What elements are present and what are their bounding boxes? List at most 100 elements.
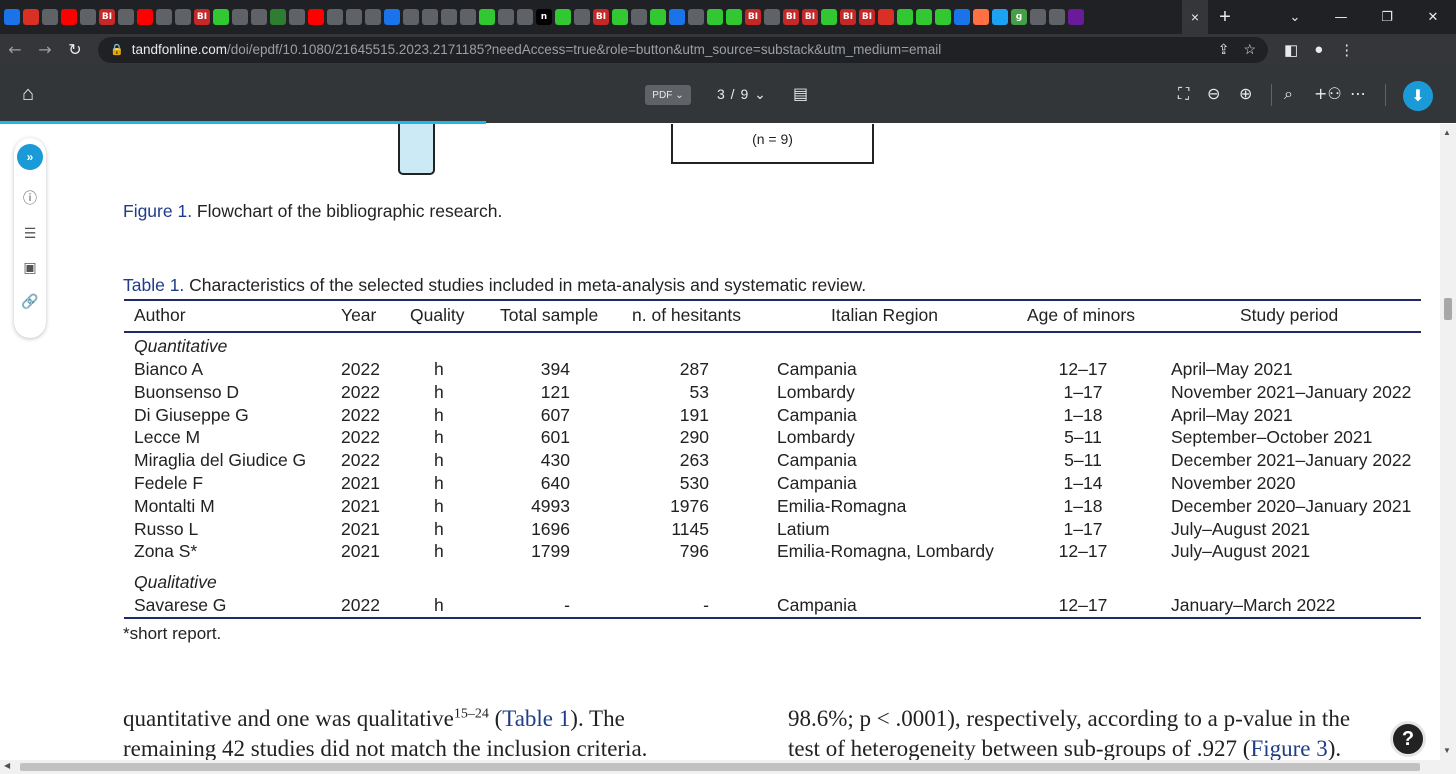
fullscreen-icon[interactable]: ⛶: [1178, 84, 1189, 104]
tab-favicon[interactable]: [441, 9, 457, 25]
horizontal-scroll-thumb[interactable]: [20, 763, 1420, 771]
tab-favicon[interactable]: [631, 9, 647, 25]
tab-favicon[interactable]: [213, 9, 229, 25]
tab-favicon[interactable]: [669, 9, 685, 25]
tab-favicon[interactable]: n: [536, 9, 552, 25]
pdf-format-dropdown[interactable]: PDF ⌄: [645, 85, 691, 105]
share-users-icon[interactable]: +⚇: [1314, 84, 1342, 103]
tab-favicon[interactable]: [517, 9, 533, 25]
tab-favicon[interactable]: [42, 9, 58, 25]
tab-favicon[interactable]: [479, 9, 495, 25]
table-label[interactable]: Table 1.: [123, 275, 184, 295]
document-outline-icon[interactable]: ▤: [793, 84, 808, 103]
tab-favicon[interactable]: [270, 9, 286, 25]
tab-favicon[interactable]: [707, 9, 723, 25]
tab-favicon[interactable]: BI: [99, 9, 115, 25]
tab-favicon[interactable]: [4, 9, 20, 25]
tab-favicon[interactable]: [555, 9, 571, 25]
tab-favicon[interactable]: [118, 9, 134, 25]
tab-favicon[interactable]: [1030, 9, 1046, 25]
tab-favicon[interactable]: [897, 9, 913, 25]
tab-favicon[interactable]: [384, 9, 400, 25]
tab-favicon[interactable]: [156, 9, 172, 25]
tab-favicon[interactable]: BI: [593, 9, 609, 25]
citation-superscript[interactable]: 15–24: [454, 706, 489, 721]
list-icon[interactable]: ☰: [24, 226, 37, 242]
close-window-button[interactable]: ✕: [1410, 10, 1456, 25]
tab-favicon[interactable]: BI: [859, 9, 875, 25]
page-selector[interactable]: 3 / 9 ⌄: [717, 86, 767, 103]
zoom-out-icon[interactable]: ⊖: [1207, 84, 1220, 103]
scroll-left-icon[interactable]: ◀: [4, 761, 10, 770]
tab-favicon[interactable]: [878, 9, 894, 25]
lock-icon[interactable]: 🔒: [110, 43, 124, 56]
tab-favicon[interactable]: BI: [840, 9, 856, 25]
menu-icon[interactable]: ⋮: [1339, 41, 1354, 59]
tab-favicon[interactable]: [308, 9, 324, 25]
tab-favicon[interactable]: g: [1011, 9, 1027, 25]
address-bar[interactable]: 🔒 tandfonline.com/doi/epdf/10.1080/21645…: [98, 36, 1268, 63]
tab-favicon[interactable]: [650, 9, 666, 25]
tab-favicon[interactable]: [1068, 9, 1084, 25]
reload-icon[interactable]: ↻: [60, 40, 90, 59]
tab-favicon[interactable]: [954, 9, 970, 25]
tab-favicon[interactable]: [726, 9, 742, 25]
expand-panel-icon[interactable]: »: [17, 144, 43, 170]
horizontal-scrollbar[interactable]: ◀: [0, 760, 1456, 774]
help-button[interactable]: ?: [1390, 721, 1426, 757]
table-reference-link[interactable]: Table 1: [502, 706, 570, 731]
figure-reference-link[interactable]: Figure 3: [1250, 736, 1327, 760]
tab-favicon[interactable]: [916, 9, 932, 25]
active-tab[interactable]: ×: [1182, 0, 1208, 34]
tab-favicon[interactable]: [973, 9, 989, 25]
info-icon[interactable]: ⓘ: [23, 188, 37, 208]
image-icon[interactable]: ▣: [23, 260, 36, 276]
maximize-button[interactable]: ❐: [1364, 10, 1410, 25]
zoom-in-icon[interactable]: ⊕: [1239, 84, 1252, 103]
scroll-up-icon[interactable]: ▲: [1443, 128, 1451, 137]
tab-favicon[interactable]: [403, 9, 419, 25]
download-button[interactable]: ⬇: [1403, 81, 1433, 111]
tab-favicon[interactable]: [992, 9, 1008, 25]
tab-favicon[interactable]: [61, 9, 77, 25]
tab-favicon[interactable]: BI: [802, 9, 818, 25]
minimize-button[interactable]: —: [1318, 10, 1364, 25]
tab-favicon[interactable]: [175, 9, 191, 25]
bookmark-star-icon[interactable]: ☆: [1243, 41, 1256, 58]
scroll-down-icon[interactable]: ▼: [1443, 746, 1451, 755]
tab-favicon[interactable]: [251, 9, 267, 25]
forward-icon[interactable]: →: [30, 40, 60, 59]
tab-favicon[interactable]: [498, 9, 514, 25]
share-icon[interactable]: ⇪: [1218, 41, 1230, 58]
link-icon[interactable]: 🔗: [21, 294, 38, 310]
tab-favicon[interactable]: [365, 9, 381, 25]
tab-favicon[interactable]: [612, 9, 628, 25]
tab-favicon[interactable]: BI: [783, 9, 799, 25]
more-icon[interactable]: ⋯: [1350, 84, 1366, 103]
tab-favicon[interactable]: BI: [194, 9, 210, 25]
tab-favicon[interactable]: [821, 9, 837, 25]
tab-favicon[interactable]: [289, 9, 305, 25]
scroll-thumb[interactable]: [1444, 298, 1452, 320]
tab-search-button[interactable]: ⌄: [1272, 10, 1318, 25]
vertical-scrollbar[interactable]: ▲ ▼: [1440, 124, 1456, 760]
figure-label[interactable]: Figure 1.: [123, 201, 192, 221]
tab-favicon[interactable]: [422, 9, 438, 25]
side-panel-icon[interactable]: ◧: [1284, 41, 1298, 59]
search-icon[interactable]: ⌕: [1284, 84, 1293, 104]
profile-icon[interactable]: ●: [1314, 41, 1323, 59]
back-icon[interactable]: ←: [0, 40, 30, 59]
tab-favicon[interactable]: [574, 9, 590, 25]
tab-favicon[interactable]: [80, 9, 96, 25]
home-icon[interactable]: ⌂: [22, 83, 34, 106]
tab-favicon[interactable]: [232, 9, 248, 25]
close-tab-icon[interactable]: ×: [1191, 9, 1199, 25]
tab-favicon[interactable]: [327, 9, 343, 25]
tab-favicon[interactable]: [137, 9, 153, 25]
tab-favicon[interactable]: [935, 9, 951, 25]
tab-favicon[interactable]: [23, 9, 39, 25]
tab-favicon[interactable]: [460, 9, 476, 25]
tab-favicon[interactable]: [1049, 9, 1065, 25]
tab-favicon[interactable]: BI: [745, 9, 761, 25]
new-tab-button[interactable]: +: [1208, 6, 1242, 29]
